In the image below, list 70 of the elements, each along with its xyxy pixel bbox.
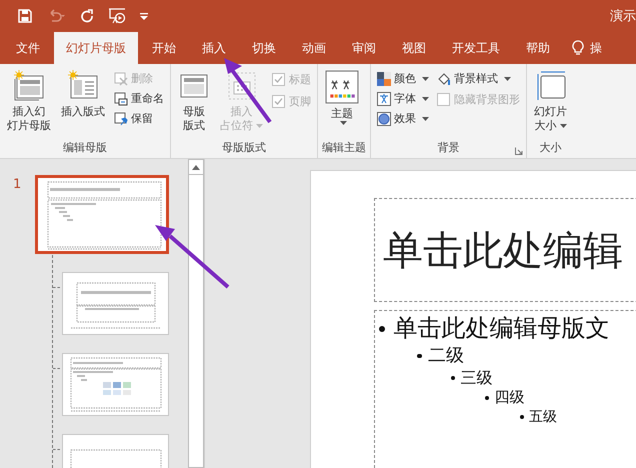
repeat-icon (80, 9, 94, 23)
bullet-icon (451, 376, 455, 380)
scrollbar[interactable] (188, 159, 204, 468)
ribbon-tab[interactable]: 切换 (240, 32, 288, 64)
ribbon-tab[interactable]: 插入 (190, 32, 238, 64)
tell-me-text[interactable]: 操 (590, 40, 602, 56)
ribbon-tab[interactable]: 开发工具 (440, 32, 512, 64)
bullet-text: 二级 (428, 344, 464, 368)
fonts-button[interactable]: 字体 (375, 90, 431, 107)
bullet-icon (379, 326, 385, 332)
slide-thumbnail[interactable] (35, 175, 169, 254)
slide-size-icon (534, 70, 566, 102)
colors-button[interactable]: 颜色 (375, 70, 431, 87)
scroll-up-icon[interactable] (192, 164, 200, 170)
ribbon-tab[interactable]: 文件 (4, 32, 52, 64)
checkmark-icon (274, 75, 283, 84)
color-palette-icon (377, 72, 391, 86)
ribbon-tab[interactable]: 动画 (290, 32, 338, 64)
customize-button[interactable] (140, 12, 148, 20)
bullet-text: 单击此处编辑母版文 (393, 313, 610, 344)
window-title: 演示 (610, 8, 636, 25)
ribbon-tab[interactable]: 帮助 (514, 32, 562, 64)
bullet-text: 三级 (460, 368, 493, 388)
customize-icon (140, 12, 148, 20)
slide-number: 1 (12, 177, 22, 192)
ribbon-tab[interactable]: 视图 (390, 32, 438, 64)
dialog-launcher-icon[interactable] (515, 147, 523, 155)
placeholder-icon (226, 70, 258, 102)
background-button[interactable]: 背景样式 (435, 70, 522, 87)
content-placeholder[interactable]: 单击此处编辑母版文 二级 三级 四级 五级 (374, 310, 636, 468)
bullet-text: 五级 (528, 408, 557, 426)
checkmark-icon (274, 97, 283, 106)
group-label: 背景 (438, 140, 460, 156)
group-label: 编辑母版 (63, 140, 107, 156)
ribbon-tab[interactable]: 幻灯片母版 (54, 32, 138, 64)
group-label: 母版版式 (222, 140, 266, 156)
presentation-icon (108, 8, 126, 24)
theme-button[interactable]: 主题 (322, 68, 362, 140)
pin-icon (114, 112, 128, 126)
slide-master-icon (13, 70, 45, 102)
group-label: 编辑主题 (322, 140, 366, 156)
slideshow-button[interactable] (108, 8, 126, 24)
rename-icon (114, 92, 128, 106)
slide-thumbnail[interactable] (62, 353, 169, 416)
title-placeholder[interactable]: 单击此处编辑 (374, 198, 636, 302)
effects-icon (377, 112, 391, 126)
bullet-icon (485, 396, 489, 400)
insert-layout-button[interactable]: 插入版式 (58, 68, 108, 140)
master-layout-button[interactable]: 母版版式 (175, 68, 213, 140)
bullet-text: 四级 (494, 388, 524, 408)
delete-icon (114, 72, 128, 86)
effects-button[interactable]: 效果 (375, 110, 431, 127)
slide-thumbnail[interactable] (62, 272, 169, 335)
insert-master-button[interactable]: 插入幻灯片母版 (4, 68, 54, 140)
ribbon-tab[interactable]: 开始 (140, 32, 188, 64)
paint-bucket-icon (437, 72, 451, 86)
lightbulb-icon[interactable] (572, 40, 584, 56)
save-icon (18, 9, 32, 23)
save-button[interactable] (18, 9, 32, 23)
group-label: 大小 (540, 140, 562, 156)
theme-icon (325, 70, 359, 104)
font-icon (377, 92, 391, 106)
preserve-button[interactable]: 保留 (112, 110, 166, 127)
ribbon-tab[interactable]: 审阅 (340, 32, 388, 64)
slide-size-button[interactable]: 幻灯片大小 (531, 68, 570, 140)
bullet-icon (417, 354, 422, 358)
bullet-icon (520, 414, 524, 419)
slide-title: 单击此处编辑 (383, 226, 623, 276)
rename-button[interactable]: 重命名 (112, 90, 166, 107)
redo-button[interactable] (80, 9, 94, 23)
